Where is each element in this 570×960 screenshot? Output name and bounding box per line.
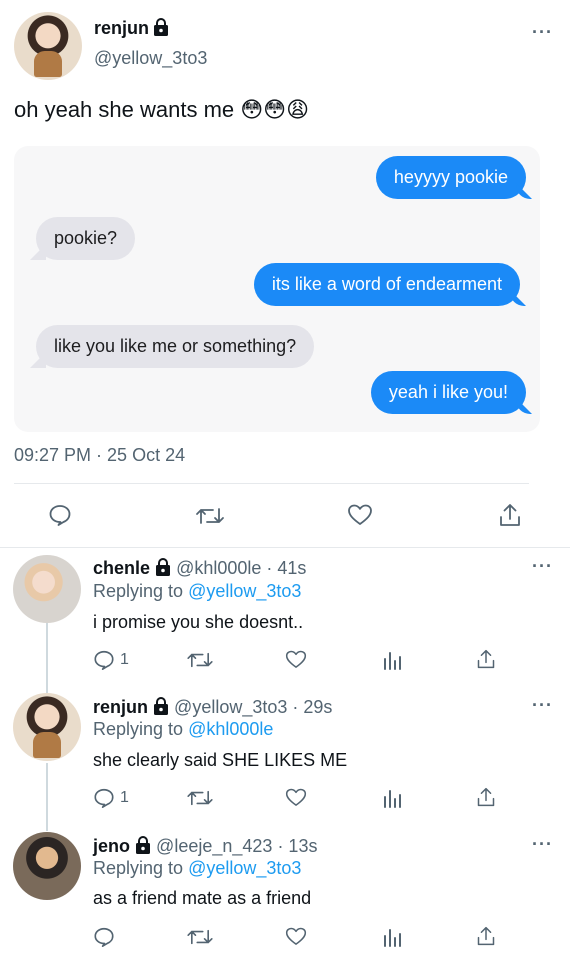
reply-time[interactable]: · 13s	[277, 836, 317, 856]
replying-to: Replying to @yellow_3to3	[93, 858, 301, 879]
reply-icon	[94, 650, 114, 670]
analytics-icon	[384, 929, 401, 947]
reply-icon	[94, 927, 114, 947]
reply-avatar[interactable]	[13, 693, 81, 761]
retweet-icon	[196, 508, 224, 524]
reply-button[interactable]: 1	[93, 787, 129, 809]
more-options-icon[interactable]: ···	[532, 22, 553, 43]
reply-author-handle[interactable]: @yellow_3to3	[174, 697, 287, 717]
author-handle[interactable]: @yellow_3to3	[94, 48, 207, 69]
replying-to-label: Replying to	[93, 858, 184, 878]
more-options-icon[interactable]: ···	[532, 834, 553, 855]
tweet-text: oh yeah she wants me 😳😳😩	[14, 97, 309, 123]
author-avatar[interactable]	[14, 12, 82, 80]
reply-author-handle[interactable]: @khl000le	[176, 558, 261, 578]
author-name-row: renjun	[94, 18, 169, 41]
lock-icon	[155, 558, 171, 581]
reply-author-name[interactable]: chenle	[93, 558, 150, 578]
reply-header: chenle @khl000le · 41s	[93, 558, 306, 581]
mention-link[interactable]: @yellow_3to3	[188, 858, 301, 878]
reply-author-handle[interactable]: @leeje_n_423	[156, 836, 272, 856]
reply-text: i promise you she doesnt..	[93, 612, 304, 632]
replying-to: Replying to @yellow_3to3	[93, 581, 301, 602]
lock-icon	[153, 697, 169, 720]
retweet-button[interactable]	[195, 505, 225, 527]
share-icon	[500, 504, 520, 526]
thread-line	[46, 623, 48, 693]
chat-bubble-incoming: pookie?	[36, 217, 136, 260]
reply-author-name[interactable]: jeno	[93, 836, 130, 856]
tweet-timestamp[interactable]: 09:27 PM · 25 Oct 24	[14, 445, 185, 466]
retweet-button[interactable]	[186, 788, 214, 808]
retweet-icon	[187, 790, 213, 806]
like-button[interactable]	[285, 787, 307, 808]
author-name[interactable]: renjun	[94, 18, 149, 38]
replying-to-label: Replying to	[93, 581, 184, 601]
reply-avatar[interactable]	[13, 555, 81, 623]
reply-icon	[94, 788, 114, 808]
replying-to: Replying to @khl000le	[93, 719, 273, 740]
divider	[0, 547, 570, 548]
reply-time[interactable]: · 41s	[266, 558, 306, 578]
reply-text: as a friend mate as a friend	[93, 888, 312, 908]
reply-button[interactable]	[93, 926, 120, 948]
share-button[interactable]	[476, 925, 496, 947]
mention-link[interactable]: @yellow_3to3	[188, 581, 301, 601]
analytics-button[interactable]	[382, 927, 402, 947]
reply-author-name[interactable]: renjun	[93, 697, 148, 717]
share-button[interactable]	[498, 502, 522, 528]
like-button[interactable]	[285, 926, 307, 947]
heart-icon	[285, 788, 307, 806]
share-icon	[477, 649, 495, 669]
lock-icon	[153, 18, 169, 41]
heart-icon	[285, 650, 307, 668]
thread-line	[46, 763, 48, 831]
chat-screenshot[interactable]: heyyyy pookie pookie? its like a word of…	[14, 146, 540, 432]
reply-count: 1	[120, 789, 129, 806]
more-options-icon[interactable]: ···	[532, 695, 553, 716]
tweet-text-content: oh yeah she wants me 😳😳😩	[14, 97, 310, 122]
analytics-button[interactable]	[382, 788, 402, 808]
retweet-button[interactable]	[186, 927, 214, 947]
retweet-button[interactable]	[186, 650, 214, 670]
like-button[interactable]	[285, 649, 307, 670]
reply-header: renjun @yellow_3to3 · 29s	[93, 697, 332, 720]
analytics-button[interactable]	[382, 650, 402, 670]
heart-icon	[348, 504, 372, 525]
reply-count: 1	[120, 651, 129, 668]
mention-link[interactable]: @khl000le	[188, 719, 273, 739]
retweet-icon	[187, 929, 213, 945]
more-options-icon[interactable]: ···	[532, 556, 553, 577]
share-button[interactable]	[476, 786, 496, 808]
replying-to-label: Replying to	[93, 719, 184, 739]
reply-button[interactable]	[48, 503, 72, 527]
reply-text: she clearly said SHE LIKES ME	[93, 750, 348, 770]
reply-header: jeno @leeje_n_423 · 13s	[93, 836, 317, 859]
heart-icon	[285, 927, 307, 945]
chat-bubble-outgoing: yeah i like you!	[370, 371, 526, 414]
lock-icon	[135, 836, 151, 859]
chat-bubble-outgoing: heyyyy pookie	[375, 156, 526, 199]
retweet-icon	[187, 652, 213, 668]
reply-button[interactable]: 1	[93, 649, 129, 671]
like-button[interactable]	[347, 503, 373, 527]
reply-avatar[interactable]	[13, 832, 81, 900]
analytics-icon	[384, 790, 401, 808]
chat-bubble-outgoing: its like a word of endearment	[253, 263, 520, 306]
chat-bubble-incoming: like you like me or something?	[36, 325, 315, 368]
divider	[14, 483, 529, 484]
analytics-icon	[384, 652, 401, 670]
share-button[interactable]	[476, 648, 496, 670]
reply-icon	[49, 505, 71, 526]
share-icon	[477, 926, 495, 946]
reply-time[interactable]: · 29s	[292, 697, 332, 717]
share-icon	[477, 787, 495, 807]
